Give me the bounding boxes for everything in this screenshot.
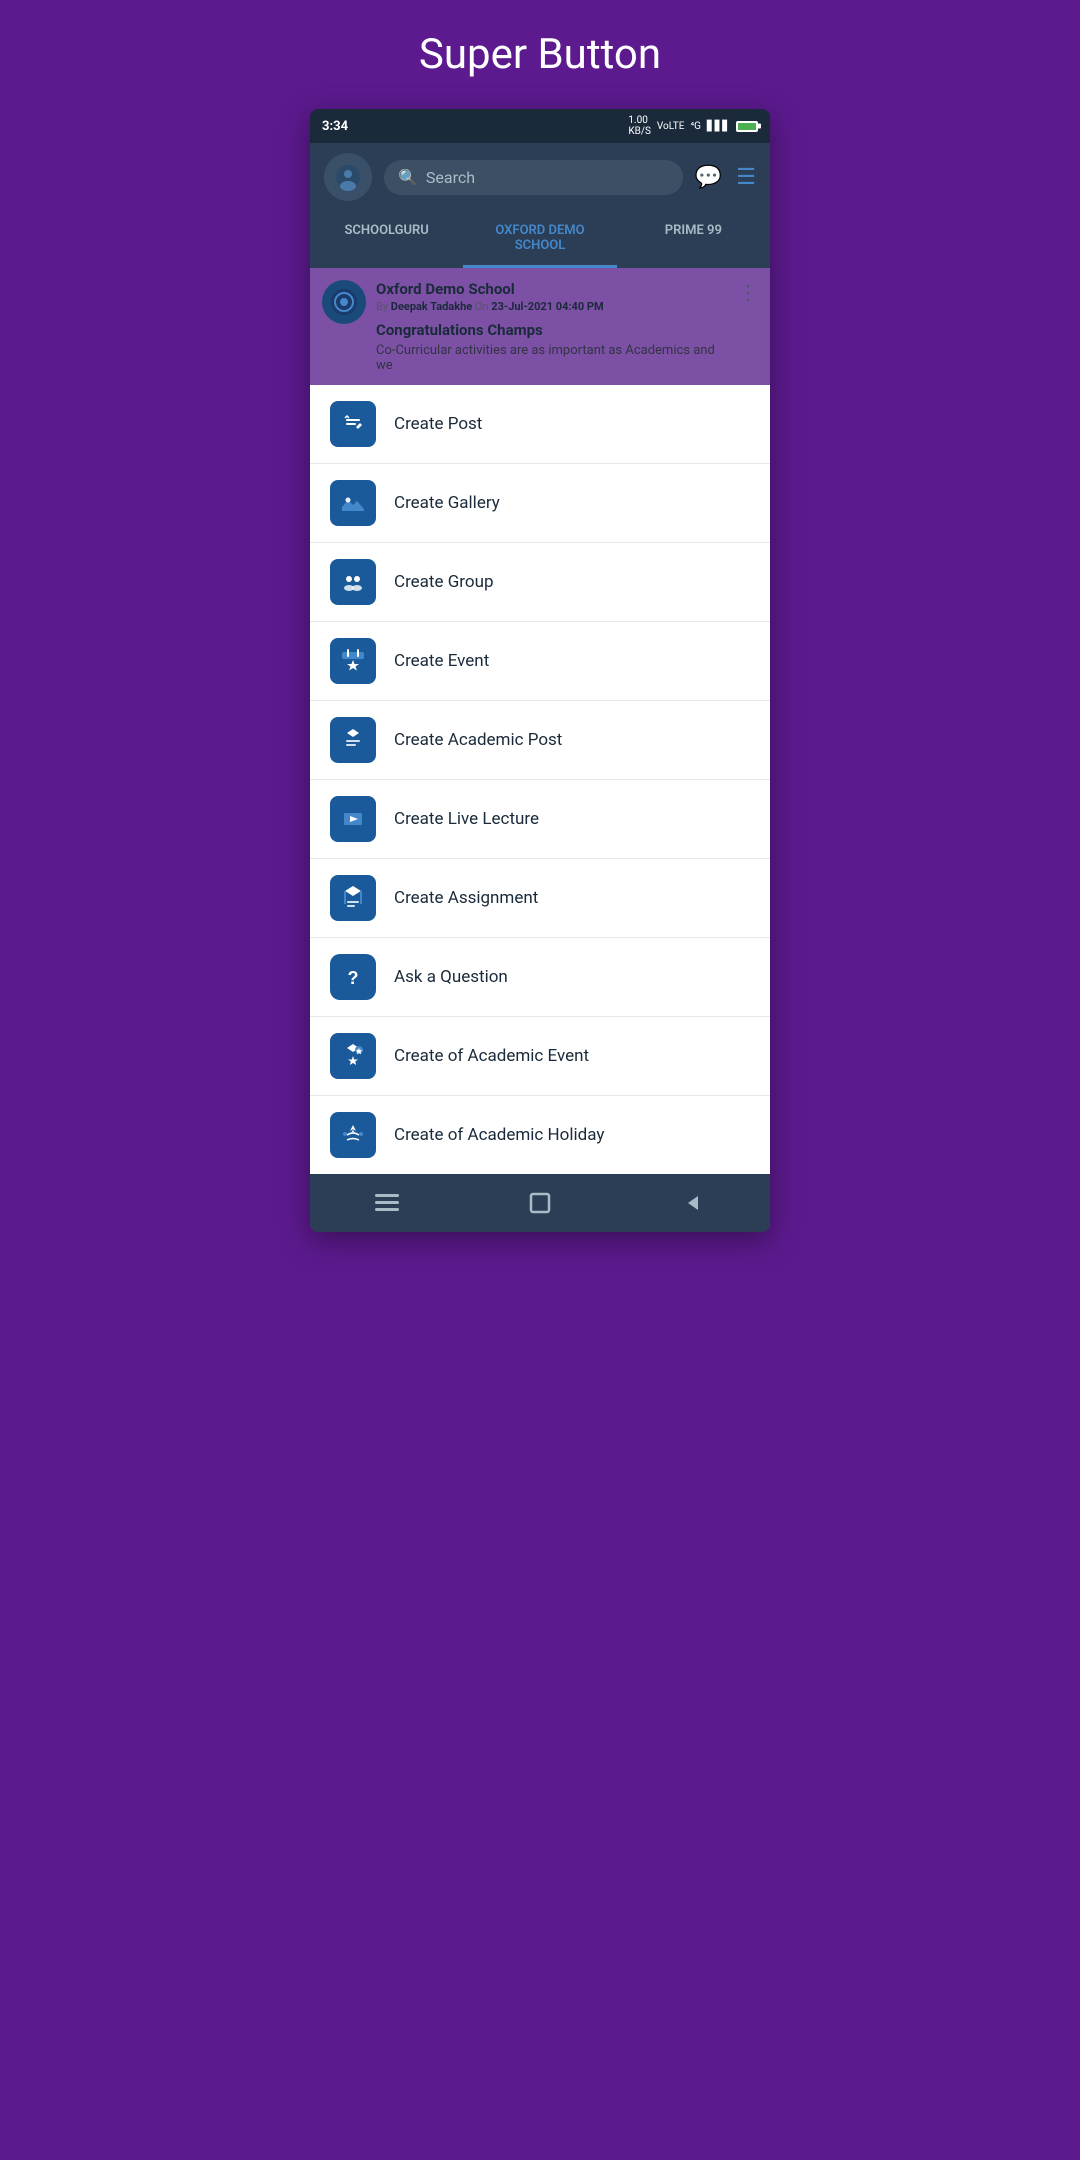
menu-item-create-event[interactable]: Create Event: [310, 622, 770, 701]
tabs-bar: SCHOOLGURU OXFORD DEMO SCHOOL PRIME 99: [310, 211, 770, 268]
menu-list: Create Post Create Gallery: [310, 385, 770, 1174]
academic-event-label: Create of Academic Event: [394, 1046, 589, 1066]
menu-item-create-group[interactable]: Create Group: [310, 543, 770, 622]
ask-question-icon: ?: [330, 954, 376, 1000]
create-post-label: Create Post: [394, 414, 482, 434]
post-meta: By Deepak Tadakhe On 23-Jul-2021 04:40 P…: [376, 300, 728, 313]
create-post-icon: [330, 401, 376, 447]
post-avatar: [322, 280, 366, 324]
battery-icon: [736, 121, 758, 132]
status-4g: ⁴G: [690, 121, 700, 132]
create-event-label: Create Event: [394, 651, 489, 671]
create-academic-post-label: Create Academic Post: [394, 730, 562, 750]
post-info: Oxford Demo School By Deepak Tadakhe On …: [376, 280, 728, 373]
post-title: Congratulations Champs: [376, 321, 728, 339]
menu-item-create-academic-post[interactable]: Create Academic Post: [310, 701, 770, 780]
search-bar[interactable]: 🔍 Search: [384, 160, 683, 195]
nav-home-icon[interactable]: [520, 1188, 560, 1218]
post-card-area: Oxford Demo School By Deepak Tadakhe On …: [310, 268, 770, 385]
nav-menu-icon[interactable]: [367, 1188, 407, 1218]
tab-schoolguru[interactable]: SCHOOLGURU: [310, 211, 463, 268]
post-school-name: Oxford Demo School: [376, 280, 728, 298]
three-dots-button[interactable]: ⋮: [738, 280, 758, 304]
menu-item-ask-question[interactable]: ? Ask a Question: [310, 938, 770, 1017]
academic-holiday-icon: [330, 1112, 376, 1158]
status-time: 3:34: [322, 119, 348, 134]
tab-prime99[interactable]: PRIME 99: [617, 211, 770, 268]
create-assignment-label: Create Assignment: [394, 888, 538, 908]
status-data: 1.00KB/S: [628, 115, 651, 137]
menu-item-create-gallery[interactable]: Create Gallery: [310, 464, 770, 543]
nav-back-icon[interactable]: [673, 1188, 713, 1218]
menu-item-create-live-lecture[interactable]: Create Live Lecture: [310, 780, 770, 859]
create-group-icon: [330, 559, 376, 605]
create-gallery-label: Create Gallery: [394, 493, 500, 513]
chat-icon[interactable]: 💬: [695, 165, 722, 190]
create-live-lecture-label: Create Live Lecture: [394, 809, 539, 829]
status-bar: 3:34 1.00KB/S VoLTE ⁴G ▋▋▋: [310, 109, 770, 143]
bottom-nav: [310, 1174, 770, 1232]
app-header: 🔍 Search 💬 ☰: [310, 143, 770, 211]
menu-item-create-post[interactable]: Create Post: [310, 385, 770, 464]
academic-holiday-label: Create of Academic Holiday: [394, 1125, 604, 1145]
page-title: Super Button: [419, 30, 661, 79]
signal-icon: ▋▋▋: [707, 121, 730, 132]
phone-frame: 3:34 1.00KB/S VoLTE ⁴G ▋▋▋ 🔍 Search 💬 ☰: [310, 109, 770, 1232]
header-icons: 💬 ☰: [695, 165, 756, 190]
academic-event-icon: [330, 1033, 376, 1079]
search-placeholder: Search: [426, 168, 475, 187]
create-assignment-icon: [330, 875, 376, 921]
ask-question-label: Ask a Question: [394, 967, 508, 987]
create-group-label: Create Group: [394, 572, 494, 592]
avatar: [324, 153, 372, 201]
create-live-lecture-icon: [330, 796, 376, 842]
page-wrapper: Super Button 3:34 1.00KB/S VoLTE ⁴G ▋▋▋ …: [270, 0, 810, 1232]
svg-text:?: ?: [348, 968, 359, 988]
create-academic-post-icon: [330, 717, 376, 763]
menu-item-create-assignment[interactable]: Create Assignment: [310, 859, 770, 938]
status-volte: VoLTE: [657, 121, 685, 132]
menu-icon[interactable]: ☰: [736, 165, 756, 190]
menu-item-academic-event[interactable]: Create of Academic Event: [310, 1017, 770, 1096]
menu-item-academic-holiday[interactable]: Create of Academic Holiday: [310, 1096, 770, 1174]
create-event-icon: [330, 638, 376, 684]
create-gallery-icon: [330, 480, 376, 526]
status-right: 1.00KB/S VoLTE ⁴G ▋▋▋: [628, 115, 758, 137]
search-icon: 🔍: [398, 168, 418, 187]
tab-oxford[interactable]: OXFORD DEMO SCHOOL: [463, 211, 616, 268]
post-body: Co-Curricular activities are as importan…: [376, 343, 728, 373]
